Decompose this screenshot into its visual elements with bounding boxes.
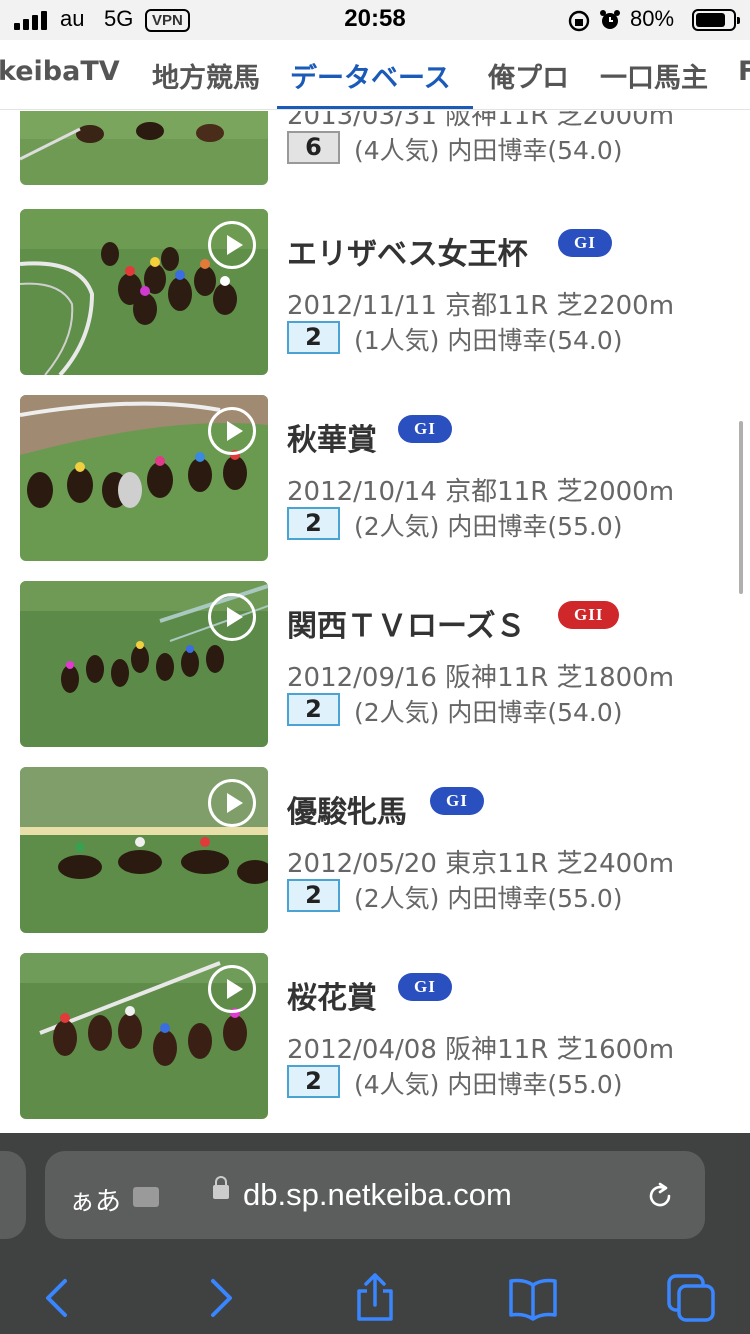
tab-database[interactable]: データベース [290, 56, 451, 95]
bookmarks-icon[interactable] [508, 1273, 558, 1323]
race-name[interactable]: エリザベス女王杯 [287, 229, 528, 273]
race-list: 2013/03/31 阪神11R 芝2000m 6 (4人気) 内田博幸(54.… [0, 111, 750, 1133]
race-video-thumbnail[interactable] [20, 953, 268, 1119]
race-name[interactable]: 秋華賞 [287, 415, 377, 459]
finish-position: 2 [287, 321, 340, 354]
list-item[interactable]: 2013/03/31 阪神11R 芝2000m 6 (4人気) 内田博幸(54.… [0, 111, 750, 189]
grade-badge: GII [558, 601, 620, 629]
forward-icon[interactable] [195, 1273, 245, 1323]
race-detail: (1人気) 内田博幸(54.0) [354, 326, 623, 355]
race-date-course: 2012/09/16 阪神11R 芝1800m [287, 663, 675, 693]
race-video-thumbnail[interactable] [20, 209, 268, 375]
race-date-course: 2012/04/08 阪神11R 芝1600m [287, 1035, 675, 1065]
race-date-course: 2012/05/20 東京11R 芝2400m [287, 849, 675, 879]
scrollbar[interactable] [739, 421, 743, 594]
tab-hitokuchi-banushi[interactable]: 一口馬主 [600, 56, 708, 95]
race-date-course: 2012/11/11 京都11R 芝2200m [287, 291, 675, 321]
finish-position: 2 [287, 693, 340, 726]
race-date-course: 2012/10/14 京都11R 芝2000m [287, 477, 675, 507]
category-tabs: keibaTV 地方競馬 データベース 俺プロ 一口馬主 F [0, 40, 750, 110]
alarm-icon [600, 10, 620, 29]
battery-percent: 80% [630, 6, 675, 31]
list-item[interactable]: 優駿牝馬 GI 2012/05/20 東京11R 芝2400m 2 (2人気) … [0, 767, 750, 937]
finish-position: 2 [287, 879, 340, 912]
grade-badge: GI [430, 787, 484, 815]
tabs-icon[interactable] [666, 1273, 716, 1323]
race-name[interactable]: 優駿牝馬 [287, 787, 407, 831]
finish-position: 2 [287, 1065, 340, 1098]
extension-icon[interactable] [133, 1187, 159, 1207]
finish-position: 6 [287, 131, 340, 164]
grade-badge: GI [398, 973, 452, 1001]
play-icon[interactable] [208, 593, 256, 641]
grade-badge: GI [558, 229, 612, 257]
race-detail: (4人気) 内田博幸(54.0) [354, 136, 623, 165]
active-tab-indicator [277, 106, 473, 109]
race-video-thumbnail[interactable] [20, 111, 268, 185]
race-name[interactable]: 桜花賞 [287, 973, 377, 1017]
finish-position: 2 [287, 507, 340, 540]
race-detail: (4人気) 内田博幸(55.0) [354, 1070, 623, 1099]
race-detail: (2人気) 内田博幸(55.0) [354, 884, 623, 913]
play-icon[interactable] [208, 407, 256, 455]
play-icon[interactable] [208, 221, 256, 269]
race-video-thumbnail[interactable] [20, 395, 268, 561]
reload-icon[interactable] [645, 1181, 675, 1211]
orientation-lock-icon [568, 10, 590, 32]
tab-local-racing[interactable]: 地方競馬 [152, 56, 260, 95]
race-detail: (2人気) 内田博幸(55.0) [354, 512, 623, 541]
race-detail: (2人気) 内田博幸(54.0) [354, 698, 623, 727]
play-icon[interactable] [208, 779, 256, 827]
race-name[interactable]: 関西ＴＶローズＳ [287, 601, 526, 645]
race-video-thumbnail[interactable] [20, 581, 268, 747]
page-settings-button[interactable]: ぁあ [69, 1181, 121, 1218]
grade-badge: GI [398, 415, 452, 443]
battery-icon [692, 9, 740, 31]
share-icon[interactable] [350, 1273, 400, 1323]
previous-tab-peek[interactable] [0, 1151, 26, 1239]
browser-toolbar: ぁあ db.sp.netkeiba.com [0, 1133, 750, 1334]
list-item[interactable]: 秋華賞 GI 2012/10/14 京都11R 芝2000m 2 (2人気) 内… [0, 395, 750, 565]
address-bar[interactable]: ぁあ db.sp.netkeiba.com [45, 1151, 705, 1239]
play-icon[interactable] [208, 965, 256, 1013]
back-icon[interactable] [33, 1273, 83, 1323]
race-video-thumbnail[interactable] [20, 767, 268, 933]
list-item[interactable]: エリザベス女王杯 GI 2012/11/11 京都11R 芝2200m 2 (1… [0, 209, 750, 379]
list-item[interactable]: 関西ＴＶローズＳ GII 2012/09/16 阪神11R 芝1800m 2 (… [0, 581, 750, 751]
race-date-course: 2013/03/31 阪神11R 芝2000m [287, 111, 675, 131]
tab-ore-pro[interactable]: 俺プロ [488, 56, 569, 95]
list-item[interactable]: 桜花賞 GI 2012/04/08 阪神11R 芝1600m 2 (4人気) 内… [0, 953, 750, 1123]
status-bar: au 5G VPN 20:58 80% [0, 0, 750, 40]
tab-keibatv[interactable]: keibaTV [0, 56, 120, 87]
tab-next[interactable]: F [738, 56, 750, 87]
lock-icon [213, 1176, 229, 1199]
url-text[interactable]: db.sp.netkeiba.com [243, 1177, 512, 1213]
